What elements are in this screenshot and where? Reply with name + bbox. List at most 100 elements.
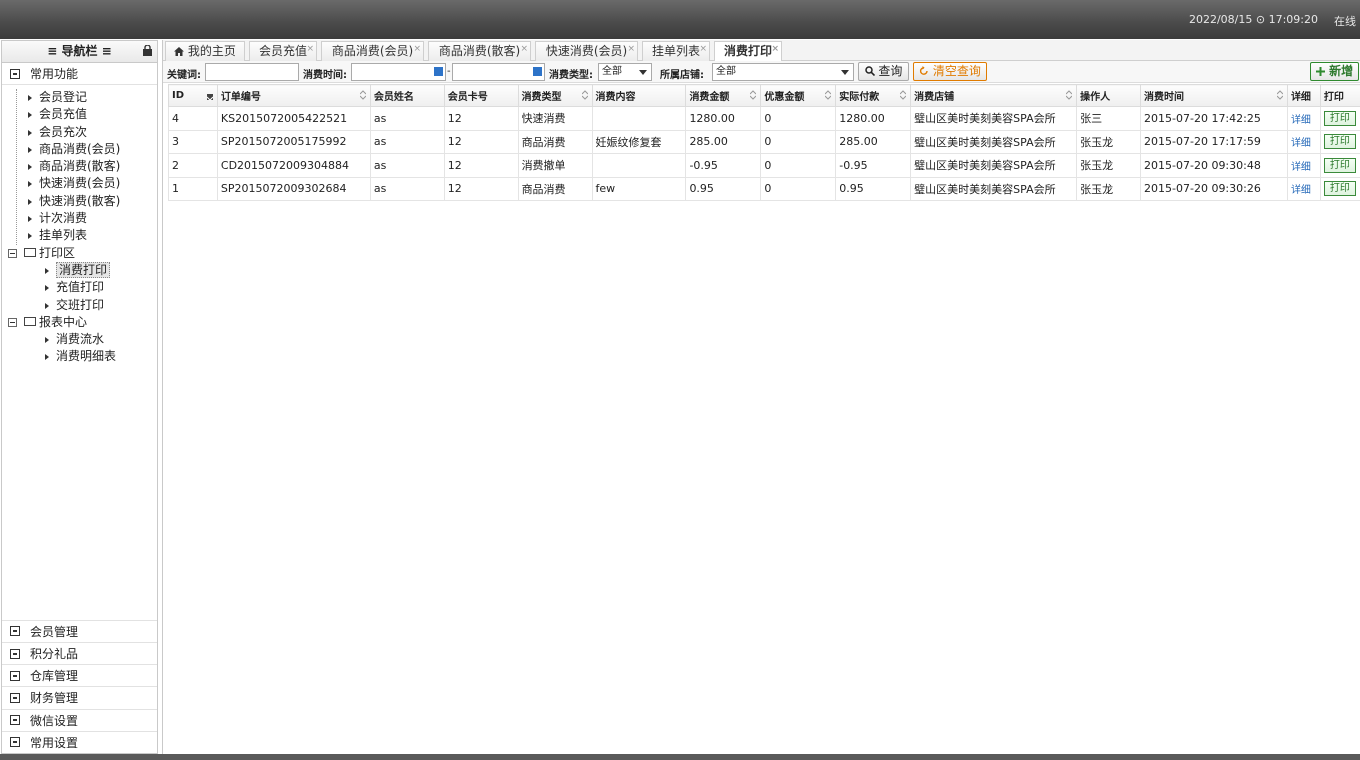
nav-folder-print[interactable]: 打印区 [2, 245, 157, 262]
col-id[interactable]: ID [168, 84, 218, 107]
tab-bar: 我的主页 会员充值 × 商品消费(会员) × 商品消费(散客) × 快速消费(会员) ×… [163, 40, 1360, 62]
group-common-functions[interactable]: 常用功能 [2, 63, 157, 85]
table-row[interactable]: 1 SP2015072009302684 as 12 商品消费 few 0.95 0 0.95 璧… [168, 176, 1360, 201]
sort-desc-icon[interactable] [206, 92, 213, 102]
nav-folder-report[interactable]: 报表中心 [2, 314, 157, 331]
search-button[interactable]: 查询 [858, 62, 909, 81]
nav-item-consume-print[interactable]: 消费打印 [2, 261, 157, 279]
online-status[interactable]: 在线 [1334, 13, 1356, 29]
collapse-icon [10, 68, 20, 79]
group-finance[interactable]: 财务管理 [2, 686, 157, 708]
caret-right-icon [45, 267, 49, 274]
col-consume-content[interactable]: 消费内容 [591, 84, 687, 107]
tab-member-recharge[interactable]: 会员充值 × [249, 41, 317, 61]
nav-item-shift-print[interactable]: 交班打印 [2, 297, 157, 314]
col-actual-paid[interactable]: 实际付款 [835, 84, 912, 107]
col-operator[interactable]: 操作人 [1076, 84, 1142, 107]
col-consume-amount[interactable]: 消费金额 [685, 84, 762, 107]
table-row[interactable]: 2 CD2015072009304884 as 12 消费撤单 -0.95 0 -0.95 璧山… [168, 153, 1360, 178]
col-member-name[interactable]: 会员姓名 [369, 84, 445, 107]
group-member-management[interactable]: 会员管理 [2, 619, 157, 642]
expand-icon [10, 626, 20, 637]
sidebar-title: ≡ 导航栏 ≡ [47, 44, 112, 58]
tab-goods-member[interactable]: 商品消费(会员) × [321, 41, 424, 61]
group-warehouse[interactable]: 仓库管理 [2, 664, 157, 686]
nav-item-goods-member[interactable]: 商品消费(会员) [2, 141, 157, 158]
home-icon [174, 47, 185, 56]
calendar-icon[interactable] [533, 67, 542, 76]
col-discount-amount[interactable]: 优惠金额 [760, 84, 837, 107]
sort-icon[interactable] [1276, 90, 1283, 100]
print-button[interactable]: 打印 [1323, 181, 1356, 197]
caret-right-icon [28, 112, 32, 119]
sort-icon[interactable] [750, 90, 757, 100]
close-icon[interactable]: × [627, 40, 635, 59]
time-from-input[interactable] [351, 63, 446, 81]
caret-right-icon [28, 164, 32, 171]
nav-item-quick-guest[interactable]: 快速消费(散客) [2, 193, 157, 210]
nav-item-member-register[interactable]: 会员登记 [2, 89, 157, 106]
minus-icon[interactable] [8, 317, 17, 327]
col-consume-time[interactable]: 消费时间 [1140, 84, 1288, 107]
detail-link[interactable]: 详细 [1286, 176, 1321, 201]
store-label: 所属店铺: [660, 70, 704, 81]
detail-link[interactable]: 详细 [1286, 106, 1321, 131]
sort-icon[interactable] [581, 90, 588, 100]
print-button[interactable]: 打印 [1323, 110, 1356, 126]
lock-icon[interactable] [143, 45, 152, 56]
caret-right-icon [45, 337, 49, 344]
group-points-gifts[interactable]: 积分礼品 [2, 642, 157, 664]
close-icon[interactable]: × [699, 40, 707, 59]
nav-item-recharge-print[interactable]: 充值打印 [2, 279, 157, 296]
print-button[interactable]: 打印 [1323, 134, 1356, 150]
close-icon[interactable]: × [520, 40, 528, 59]
clear-query-button[interactable]: 清空查询 [913, 62, 987, 81]
col-consume-type[interactable]: 消费类型 [517, 84, 593, 107]
minus-icon[interactable] [8, 248, 17, 258]
print-button[interactable]: 打印 [1323, 157, 1356, 173]
store-select[interactable]: 全部 [712, 63, 854, 81]
close-icon[interactable]: × [771, 40, 779, 59]
tab-home[interactable]: 我的主页 [165, 41, 245, 61]
type-select[interactable]: 全部 [598, 63, 652, 81]
keyword-input[interactable] [205, 63, 299, 81]
date-separator: - [447, 66, 451, 77]
time-to-input[interactable] [452, 63, 545, 81]
add-button[interactable]: 新增 [1310, 62, 1359, 81]
calendar-icon[interactable] [434, 67, 443, 76]
nav-item-member-recharge[interactable]: 会员充值 [2, 106, 157, 123]
col-print: 打印 [1319, 84, 1360, 107]
sort-icon[interactable] [1066, 90, 1073, 100]
group-common-settings[interactable]: 常用设置 [2, 730, 157, 753]
sort-icon[interactable] [825, 90, 832, 100]
caret-right-icon [28, 233, 32, 240]
close-icon[interactable]: × [306, 40, 314, 59]
tab-consume-print[interactable]: 消费打印 × [714, 41, 782, 62]
nav-item-member-times-recharge[interactable]: 会员充次 [2, 124, 157, 141]
expand-icon [10, 648, 20, 659]
col-card-no[interactable]: 会员卡号 [443, 84, 519, 107]
table-row[interactable]: 4 KS2015072005422521 as 12 快速消费 1280.00 0 1280.… [168, 106, 1360, 131]
nav-item-consume-flow[interactable]: 消费流水 [2, 331, 157, 348]
sort-icon[interactable] [359, 90, 366, 100]
tab-quick-member[interactable]: 快速消费(会员) × [535, 41, 638, 61]
tab-goods-guest[interactable]: 商品消费(散客) × [428, 41, 531, 61]
tab-pending-list[interactable]: 挂单列表 × [642, 41, 710, 61]
nav-item-pending-list[interactable]: 挂单列表 [2, 227, 157, 244]
group-wechat-settings[interactable]: 微信设置 [2, 708, 157, 731]
col-order-no[interactable]: 订单编号 [216, 84, 371, 107]
filter-bar: 关键词: 消费时间: - 消费类型: 全部 所属店铺: 全部 查询 清空查询 新… [163, 61, 1360, 83]
type-label: 消费类型: [549, 70, 593, 81]
nav-item-quick-member[interactable]: 快速消费(会员) [2, 175, 157, 192]
sort-icon[interactable] [900, 90, 907, 100]
nav-item-count-consume[interactable]: 计次消费 [2, 210, 157, 227]
detail-link[interactable]: 详细 [1286, 153, 1321, 178]
close-icon[interactable]: × [413, 40, 421, 59]
col-store[interactable]: 消费店铺 [910, 84, 1078, 107]
detail-link[interactable]: 详细 [1286, 129, 1321, 154]
nav-item-consume-detail[interactable]: 消费明细表 [2, 348, 157, 365]
caret-right-icon [28, 216, 32, 223]
table-row[interactable]: 3 SP2015072005175992 as 12 商品消费 妊娠纹修复套 285.00 0… [168, 129, 1360, 154]
nav-item-goods-guest[interactable]: 商品消费(散客) [2, 158, 157, 175]
caret-right-icon [28, 198, 32, 205]
